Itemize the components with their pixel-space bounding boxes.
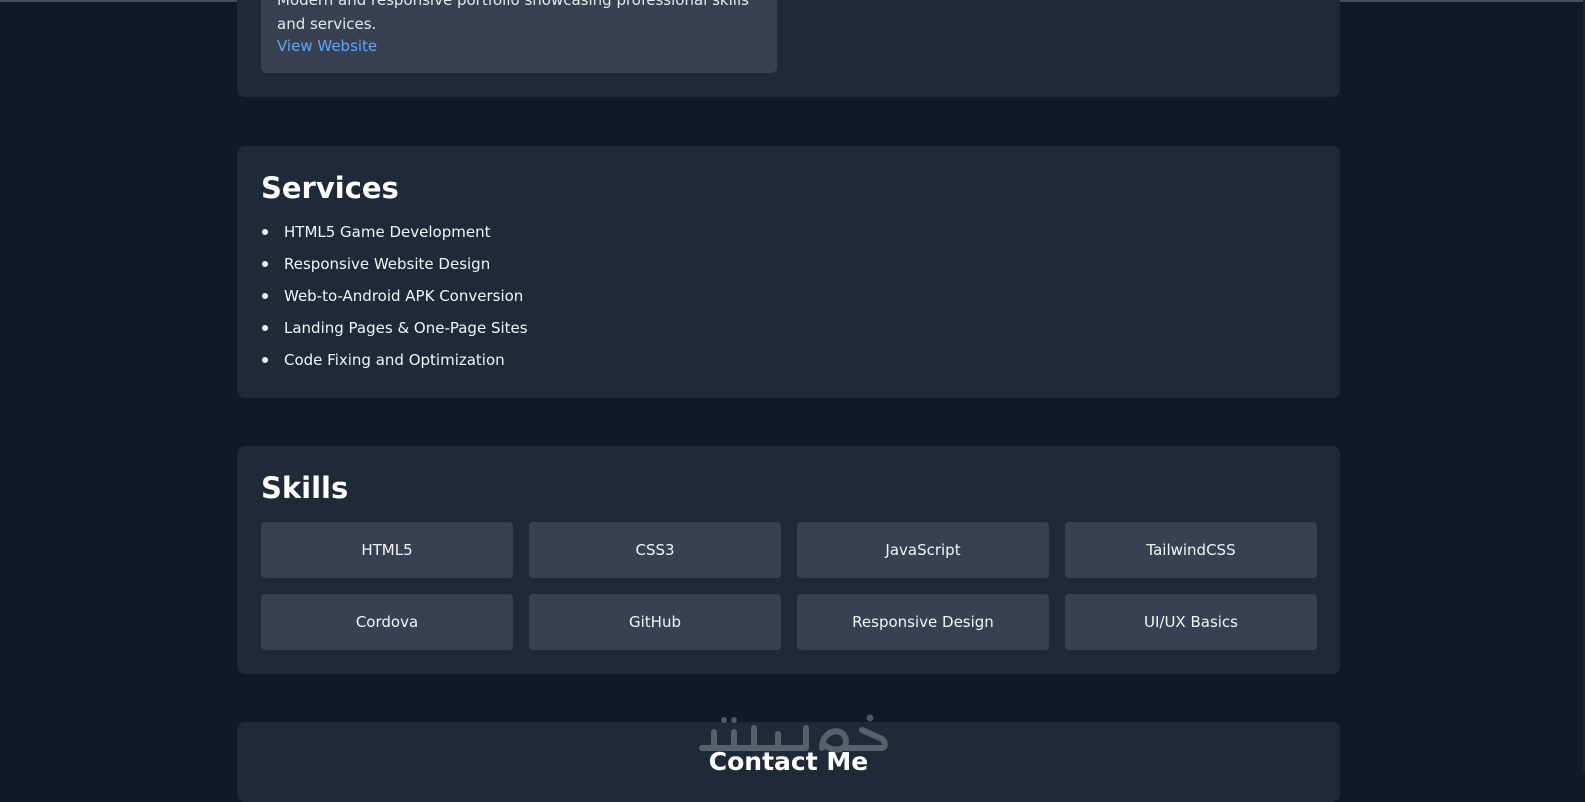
contact-title: Contact Me (708, 747, 869, 776)
skills-section: Skills HTML5 CSS3 JavaScript TailwindCSS… (237, 446, 1340, 674)
view-website-link[interactable]: View Website (277, 36, 377, 56)
project-description: Modern and responsive portfolio showcasi… (277, 0, 749, 33)
skill-tile-ui-ux-basics: UI/UX Basics (1065, 594, 1317, 650)
skill-tile-html5: HTML5 (261, 522, 513, 578)
skill-tile-tailwindcss: TailwindCSS (1065, 522, 1317, 578)
skill-tile-javascript: JavaScript (797, 522, 1049, 578)
service-item: Web-to-Android APK Conversion (261, 286, 528, 318)
skills-title: Skills (261, 471, 349, 505)
skill-tile-css3: CSS3 (529, 522, 781, 578)
services-title: Services (261, 171, 399, 205)
services-list: HTML5 Game Development Responsive Websit… (261, 222, 528, 382)
skill-tile-cordova: Cordova (261, 594, 513, 650)
project-card: Modern and responsive portfolio showcasi… (261, 0, 777, 73)
service-item: Landing Pages & One-Page Sites (261, 318, 528, 350)
service-item: Responsive Website Design (261, 254, 528, 286)
portfolio-section: Modern and responsive portfolio showcasi… (237, 0, 1340, 97)
skill-tile-responsive-design: Responsive Design (797, 594, 1049, 650)
contact-section: Contact Me (237, 722, 1340, 802)
service-item: Code Fixing and Optimization (261, 350, 528, 382)
services-section: Services HTML5 Game Development Responsi… (237, 146, 1340, 398)
skill-tile-github: GitHub (529, 594, 781, 650)
service-item: HTML5 Game Development (261, 222, 528, 254)
skills-grid: HTML5 CSS3 JavaScript TailwindCSS Cordov… (261, 522, 1317, 650)
